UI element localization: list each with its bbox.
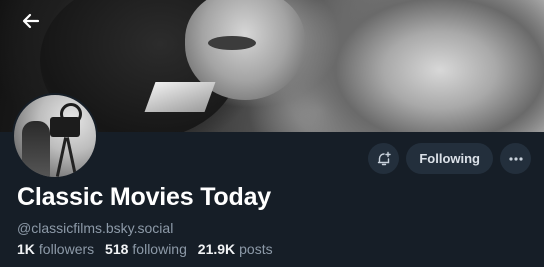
following-stat[interactable]: 518 following: [105, 241, 187, 257]
avatar[interactable]: [12, 93, 98, 179]
avatar-person-shape: [22, 121, 50, 177]
posts-count: 21.9K: [197, 241, 236, 257]
followers-count: 1K: [17, 241, 35, 257]
avatar-tripod-leg: [65, 137, 78, 177]
followers-label: followers: [38, 241, 95, 257]
avatar-camera-shape: [50, 117, 80, 137]
banner-collar-shape: [144, 82, 216, 112]
banner-lips-shape: [208, 36, 256, 50]
following-button[interactable]: Following: [406, 143, 493, 174]
profile-display-name: Classic Movies Today: [17, 183, 271, 211]
profile-stats: 1K followers 518 following 21.9K posts: [17, 241, 273, 257]
posts-stat: 21.9K posts: [198, 241, 273, 257]
bell-plus-icon: [377, 151, 391, 165]
following-count: 518: [105, 241, 129, 257]
profile-actions: Following: [368, 143, 531, 174]
profile-handle: @classicfilms.bsky.social: [17, 220, 174, 236]
avatar-tripod-leg: [55, 137, 68, 177]
posts-label: posts: [239, 241, 273, 257]
arrow-left-icon: [22, 13, 40, 29]
more-options-button[interactable]: [500, 143, 531, 174]
notifications-button[interactable]: [368, 143, 400, 174]
following-label: following: [132, 241, 187, 257]
followers-stat[interactable]: 1K followers: [17, 241, 94, 257]
back-button[interactable]: [16, 6, 46, 36]
ellipsis-icon: [508, 156, 523, 161]
